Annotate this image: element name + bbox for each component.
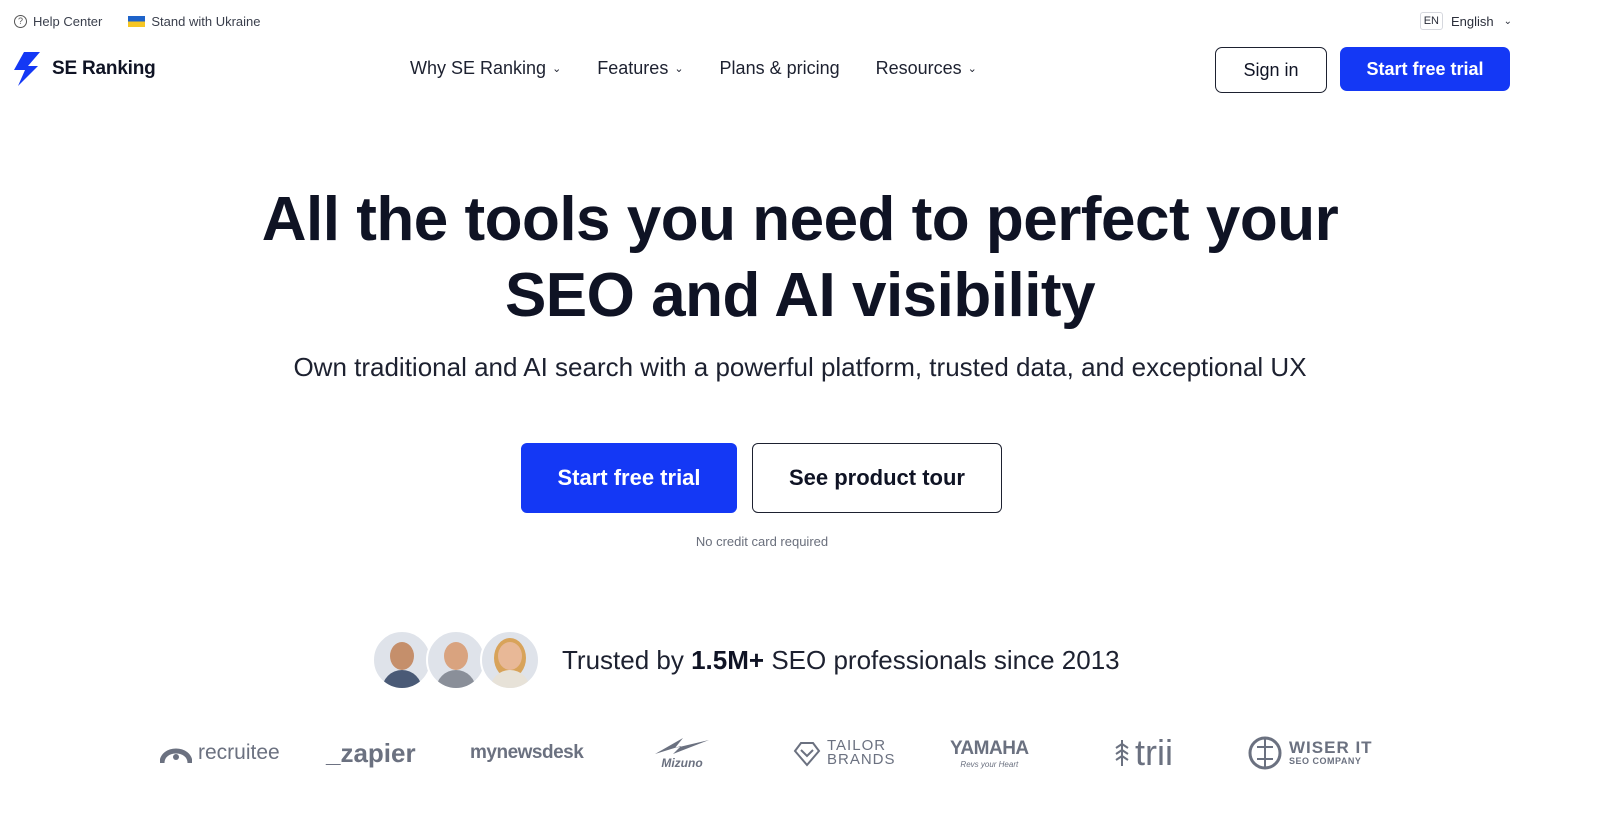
hero-subtitle: Own traditional and AI search with a pow… — [293, 352, 1307, 382]
recruitee-logo: recruitee — [160, 728, 280, 778]
language-selector[interactable]: EN English ⌄ — [1419, 12, 1512, 30]
wiser-it-name: WISER IT — [1289, 738, 1373, 757]
hero-title-line-1: All the tools you need to perfect your — [261, 185, 1339, 254]
no-credit-card-note: No credit card required — [695, 534, 829, 549]
sign-in-button[interactable]: Sign in — [1215, 47, 1327, 93]
mizuno-logo: Mizuno — [653, 728, 711, 778]
recruitee-text: recruitee — [198, 741, 280, 764]
trusted-suffix: SEO professionals since 2013 — [764, 644, 1120, 675]
zapier-logo: _zapier — [326, 728, 416, 778]
hero-title: All the tools you need to perfect your S… — [0, 182, 1600, 334]
recruitee-icon — [160, 748, 192, 763]
chevron-down-icon: ⌄ — [1503, 15, 1512, 27]
help-icon: ? — [14, 15, 27, 28]
zapier-text: _zapier — [326, 737, 416, 768]
yamaha-tagline: Revs your Heart — [960, 759, 1019, 769]
chevron-down-icon: ⌄ — [552, 63, 562, 75]
nav-label: Features — [597, 58, 669, 78]
avatar — [426, 630, 486, 690]
se-ranking-logo[interactable]: SE Ranking — [14, 52, 156, 86]
tailor-brands-logo: TAILOR BRANDS — [793, 728, 896, 778]
hero-start-free-trial-button[interactable]: Start free trial — [521, 443, 737, 513]
logo-text: SE Ranking — [52, 58, 156, 79]
help-center-link[interactable]: ? Help Center — [14, 14, 102, 29]
wiser-brain-icon — [1248, 736, 1282, 770]
chevron-down-icon: ⌄ — [674, 63, 684, 75]
utility-links: ? Help Center Stand with Ukraine — [14, 14, 261, 29]
client-logos-row: recruitee _zapier mynewsdesk Mizuno TAIL… — [160, 728, 1373, 778]
see-product-tour-button[interactable]: See product tour — [752, 443, 1002, 513]
trii-tree-icon — [1115, 740, 1129, 766]
trii-logo: trii — [1113, 728, 1173, 778]
nav-label: Resources — [875, 58, 962, 78]
language-code-badge: EN — [1419, 12, 1443, 30]
wiser-it-logo: WISER IT SEO COMPANY — [1247, 728, 1373, 778]
stand-with-ukraine-link[interactable]: Stand with Ukraine — [128, 14, 261, 29]
avatar — [480, 630, 540, 690]
trusted-by-text: Trusted by 1.5M+ SEO professionals since… — [562, 645, 1120, 676]
nav-resources[interactable]: Resources ⌄ — [876, 58, 977, 79]
trii-text: trii — [1135, 732, 1173, 773]
tailor-brands-icon — [793, 742, 821, 767]
chevron-down-icon: ⌄ — [967, 63, 977, 75]
nav-features[interactable]: Features ⌄ — [597, 58, 683, 79]
yamaha-logo: YAMAHA Revs your Heart — [950, 728, 1029, 778]
trusted-by-section: Trusted by 1.5M+ SEO professionals since… — [372, 630, 1120, 690]
nav-label: Why SE Ranking — [410, 58, 547, 78]
wiser-it-tagline: SEO COMPANY — [1289, 756, 1362, 766]
avatar-group — [372, 630, 540, 690]
main-header: SE Ranking Why SE Ranking ⌄ Features ⌄ P… — [0, 44, 1600, 100]
mynewsdesk-text: mynewsdesk — [470, 742, 584, 763]
wiser-it-text: WISER IT SEO COMPANY — [1289, 738, 1373, 766]
language-label: English — [1450, 13, 1494, 29]
mynewsdesk-logo: mynewsdesk — [470, 728, 584, 778]
mizuno-text: Mizuno — [661, 756, 703, 770]
mizuno-runbird-icon — [655, 738, 709, 754]
se-ranking-logo-icon — [14, 52, 44, 86]
hero-title-line-2: SEO and AI visibility — [504, 261, 1096, 330]
brands-text: BRANDS — [827, 751, 896, 768]
ukraine-label: Stand with Ukraine — [151, 14, 261, 29]
tailor-brands-text: TAILOR BRANDS — [827, 738, 896, 768]
header-start-free-trial-button[interactable]: Start free trial — [1340, 47, 1510, 91]
yamaha-text: YAMAHA — [950, 737, 1029, 759]
trusted-prefix: Trusted by — [562, 644, 692, 675]
nav-why-se-ranking[interactable]: Why SE Ranking ⌄ — [410, 58, 561, 79]
ukraine-flag-icon — [128, 16, 146, 27]
nav-plans-pricing[interactable]: Plans & pricing — [720, 58, 840, 79]
main-nav: Why SE Ranking ⌄ Features ⌄ Plans & pric… — [410, 58, 977, 79]
help-center-label: Help Center — [33, 14, 103, 29]
trusted-highlight: 1.5M+ — [691, 644, 765, 675]
nav-label: Plans & pricing — [719, 58, 840, 78]
avatar — [372, 630, 432, 690]
top-utility-bar: ? Help Center Stand with Ukraine EN Engl… — [0, 0, 1600, 44]
